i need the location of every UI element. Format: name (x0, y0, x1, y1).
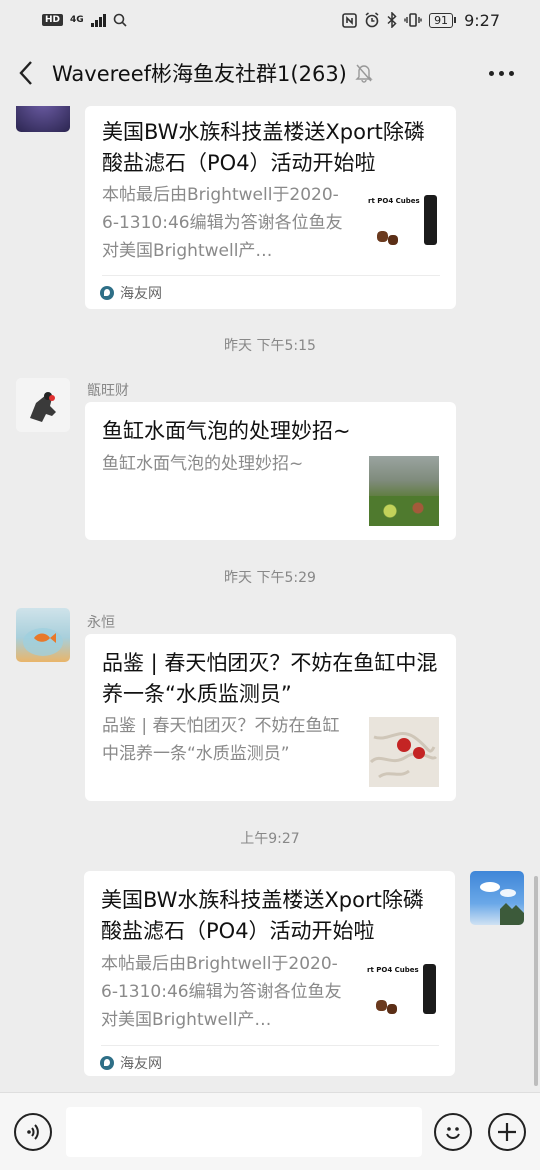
emoji-icon (446, 1127, 460, 1139)
more-button[interactable] (489, 62, 514, 84)
message-timestamp: 昨天 下午5:15 (224, 338, 316, 354)
sender-name: 永恒 (87, 615, 115, 631)
card-source: 海友网 (100, 283, 162, 303)
link-card[interactable]: 美国BW水族科技盖楼送Xport除磷酸盐滤石（PO4）活动开始啦 本帖最后由Br… (84, 871, 455, 1076)
card-description: 品鉴 | 春天怕团灭？不妨在鱼缸中混养一条“水质监测员” (102, 716, 340, 764)
message-input[interactable] (66, 1107, 422, 1157)
card-divider (102, 275, 440, 276)
avatar-image (30, 392, 56, 422)
card-thumbnail (369, 456, 439, 526)
card-thumbnail (369, 717, 439, 787)
card-thumbnail: rt PO4 Cubes (367, 960, 437, 1030)
avatar[interactable] (470, 871, 524, 925)
avatar-image (23, 628, 63, 656)
add-icon (498, 1123, 516, 1141)
card-divider (101, 1045, 439, 1046)
search-icon (113, 13, 127, 27)
input-bar (0, 1092, 540, 1170)
card-title: 美国BW水族科技盖楼送Xport除磷酸盐滤石（PO4）活动开始啦 (102, 120, 425, 175)
bluetooth-icon (387, 12, 397, 28)
status-bar: HD 4G 91 9:27 (0, 0, 540, 40)
voice-icon (27, 1124, 39, 1140)
card-title: 鱼缸水面气泡的处理妙招~ (102, 419, 351, 443)
message-timestamp: 上午9:27 (240, 831, 300, 847)
card-description: 本帖最后由Brightwell于2020-6-1310:46编辑为答谢各位鱼友对… (101, 954, 342, 1030)
source-name: 海友网 (120, 1056, 162, 1072)
card-source: 海友网 (100, 1053, 162, 1073)
signal-icon (90, 13, 106, 27)
status-time: 9:27 (464, 10, 500, 30)
message-list[interactable]: 美国BW水族科技盖楼送Xport除磷酸盐滤石（PO4）活动开始啦 本帖最后由Br… (0, 106, 540, 1092)
chat-header: Wavereef彬海鱼友社群1(263) (0, 40, 540, 106)
chat-title: Wavereef彬海鱼友社群1(263) (52, 62, 347, 86)
thumbnail-caption: rt PO4 Cubes (368, 197, 420, 205)
avatar[interactable] (16, 106, 70, 132)
card-description: 本帖最后由Brightwell于2020-6-1310:46编辑为答谢各位鱼友对… (102, 185, 343, 261)
hd-badge: HD (42, 14, 64, 26)
avatar[interactable] (16, 378, 70, 432)
nfc-icon (342, 12, 357, 28)
emoji-button[interactable] (434, 1113, 472, 1151)
battery-indicator: 91 (429, 12, 457, 28)
scrollbar[interactable] (534, 876, 538, 1086)
card-title: 品鉴 | 春天怕团灭？不妨在鱼缸中混养一条“水质监测员” (102, 651, 438, 706)
more-icon (489, 70, 494, 76)
voice-button[interactable] (14, 1113, 52, 1151)
link-card[interactable]: 品鉴 | 春天怕团灭？不妨在鱼缸中混养一条“水质监测员” 品鉴 | 春天怕团灭？… (85, 634, 456, 801)
source-name: 海友网 (120, 286, 162, 302)
link-card[interactable]: 鱼缸水面气泡的处理妙招~ 鱼缸水面气泡的处理妙招~ (85, 402, 456, 540)
avatar[interactable] (16, 608, 70, 662)
source-logo-icon (100, 1056, 114, 1070)
source-logo-icon (100, 286, 114, 300)
sender-name: 甑旺财 (87, 383, 129, 399)
mute-icon (355, 64, 373, 83)
alarm-icon (365, 12, 379, 28)
link-card[interactable]: 美国BW水族科技盖楼送Xport除磷酸盐滤石（PO4）活动开始啦 本帖最后由Br… (85, 106, 456, 309)
back-button[interactable] (0, 40, 52, 106)
thumbnail-caption: rt PO4 Cubes (367, 966, 419, 974)
back-icon (19, 61, 32, 85)
card-thumbnail: rt PO4 Cubes (368, 191, 438, 261)
avatar-image (480, 882, 524, 925)
message-timestamp: 昨天 下午5:29 (224, 570, 316, 586)
add-button[interactable] (488, 1113, 526, 1151)
vibrate-icon (404, 13, 422, 27)
card-title: 美国BW水族科技盖楼送Xport除磷酸盐滤石（PO4）活动开始啦 (101, 888, 424, 943)
network-type: 4G (70, 14, 84, 25)
card-description: 鱼缸水面气泡的处理妙招~ (102, 454, 304, 474)
